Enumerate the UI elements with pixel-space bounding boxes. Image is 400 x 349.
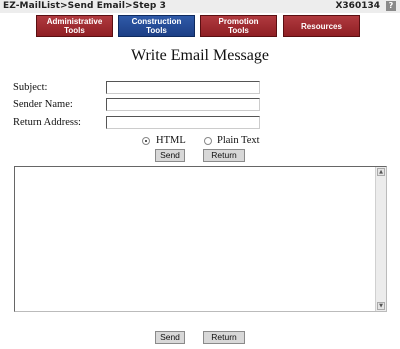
plain-text-radio[interactable] [204, 137, 212, 145]
send-button-top[interactable]: Send [155, 149, 185, 162]
tab-administrative-tools[interactable]: Administrative Tools [36, 15, 113, 37]
scroll-down-icon[interactable]: ▼ [377, 302, 385, 310]
tab-construction-tools[interactable]: Construction Tools [118, 15, 195, 37]
tab-resources[interactable]: Resources [283, 15, 360, 37]
plain-text-radio-label: Plain Text [217, 135, 260, 146]
sender-name-label: Sender Name: [13, 99, 73, 110]
help-icon[interactable]: ? [386, 1, 396, 11]
html-radio-label: HTML [156, 135, 186, 146]
top-bar: EZ-MailList>Send Email>Step 3 X360134 ? [0, 0, 400, 13]
send-button-bottom[interactable]: Send [155, 331, 185, 344]
scroll-up-icon[interactable]: ▲ [377, 168, 385, 176]
format-radio-group: HTML Plain Text [0, 135, 400, 149]
message-textarea[interactable]: ▲ ▼ [14, 166, 387, 312]
html-radio[interactable] [142, 137, 150, 145]
sender-name-input[interactable] [106, 98, 260, 111]
return-button-top[interactable]: Return [203, 149, 245, 162]
tab-promotion-tools[interactable]: Promotion Tools [200, 15, 277, 37]
subject-input[interactable] [106, 81, 260, 94]
subject-label: Subject: [13, 82, 48, 93]
breadcrumb: EZ-MailList>Send Email>Step 3 [3, 1, 166, 11]
user-id: X360134 [335, 1, 380, 11]
message-scrollbar[interactable]: ▲ ▼ [375, 167, 386, 311]
nav-tabs: Administrative Tools Construction Tools Pr… [0, 15, 400, 37]
page-title: Write Email Message [131, 47, 269, 64]
return-button-bottom[interactable]: Return [203, 331, 245, 344]
return-address-label: Return Address: [13, 117, 81, 128]
return-address-input[interactable] [106, 116, 260, 129]
